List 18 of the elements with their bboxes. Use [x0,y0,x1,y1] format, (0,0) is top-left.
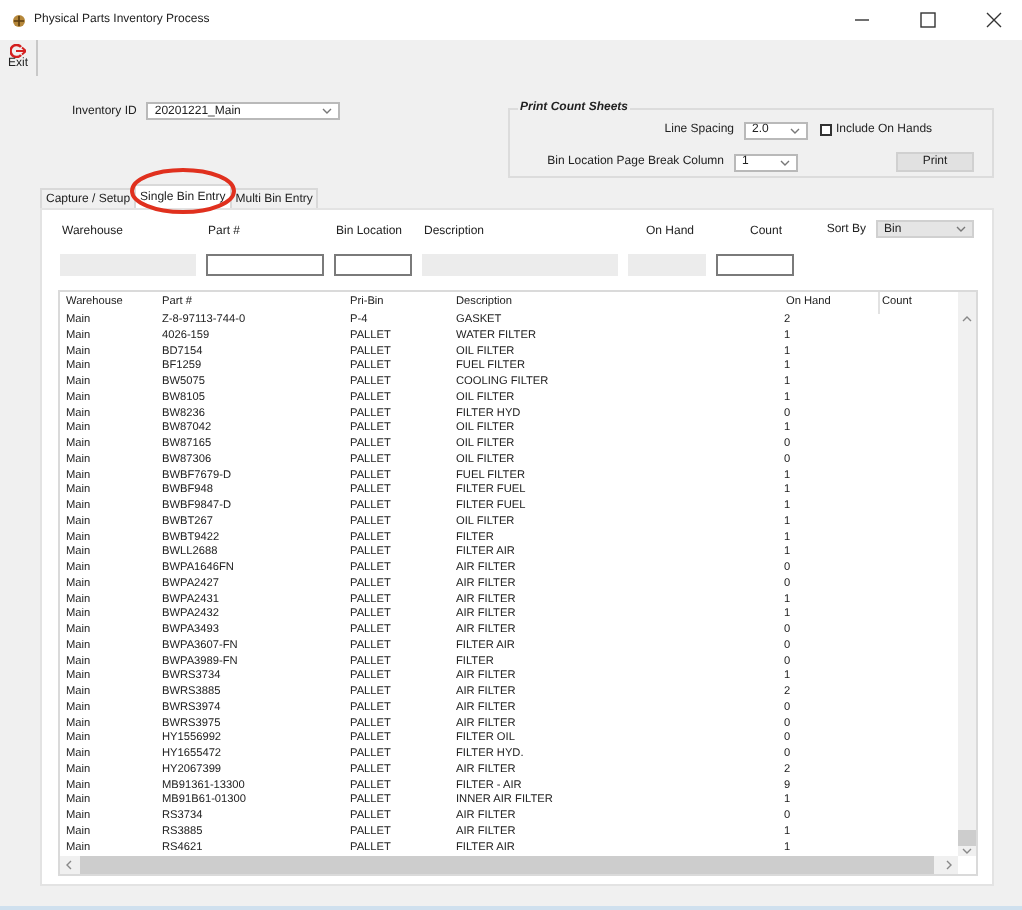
scroll-right-icon[interactable] [946,860,952,870]
scroll-thumb[interactable] [958,830,976,846]
input-field[interactable] [716,253,794,275]
input-field[interactable] [334,253,412,275]
scroll-up-icon[interactable] [962,316,972,322]
dropdown-caret-icon[interactable] [322,108,333,114]
checkbox[interactable] [820,124,832,136]
app-icon [12,13,26,27]
maximize-icon[interactable] [920,12,936,28]
scroll-down-icon[interactable] [962,848,972,854]
input-field[interactable] [206,253,324,275]
dropdown-caret-icon[interactable] [790,127,800,133]
exit-icon [10,44,26,58]
close-icon[interactable] [986,12,1002,28]
dropdown-caret-icon[interactable] [956,226,966,232]
dropdown-caret-icon[interactable] [780,159,790,165]
vertical-scrollbar[interactable] [958,292,976,856]
scroll-left-icon[interactable] [66,860,72,870]
